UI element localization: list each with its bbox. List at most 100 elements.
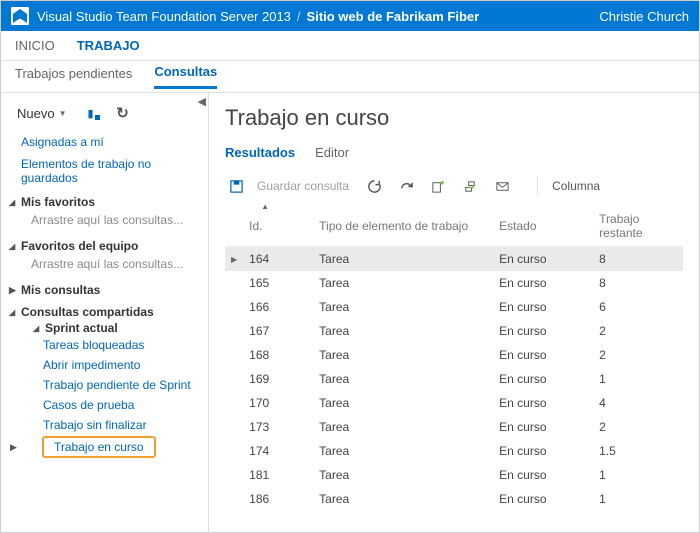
cell-remaining: 1 (593, 487, 683, 511)
query-item[interactable]: Tareas bloqueadas (7, 335, 208, 355)
save-icon[interactable] (83, 105, 99, 121)
caret-icon (9, 197, 21, 207)
site-link[interactable]: Sitio web de Fabrikam Fiber (307, 9, 480, 24)
table-row[interactable]: 181TareaEn curso1 (225, 463, 683, 487)
cell-id: 170 (243, 391, 313, 415)
table-row[interactable]: 165TareaEn curso8 (225, 271, 683, 295)
cell-type: Tarea (313, 319, 493, 343)
table-row[interactable]: 173TareaEn curso2 (225, 415, 683, 439)
hint-favoritos-equipo: Arrastre aquí las consultas... (7, 255, 208, 277)
table-row[interactable]: 168TareaEn curso2 (225, 343, 683, 367)
row-caret-icon (225, 487, 243, 511)
row-caret-icon (225, 463, 243, 487)
section-consultas-compartidas[interactable]: Consultas compartidas (7, 299, 208, 321)
caret-icon (9, 285, 21, 296)
sub-nav: Trabajos pendientes Consultas (1, 61, 699, 93)
col-state[interactable]: Estado (493, 206, 593, 247)
table-row[interactable]: 167TareaEn curso2 (225, 319, 683, 343)
cell-state: En curso (493, 367, 593, 391)
cell-id: 174 (243, 439, 313, 463)
toolbar-divider (537, 176, 538, 196)
caret-icon (9, 307, 21, 317)
col-type[interactable]: Tipo de elemento de trabajo (313, 206, 493, 247)
row-caret-icon (225, 271, 243, 295)
caret-icon (10, 442, 22, 453)
save-query-label[interactable]: Guardar consulta (257, 179, 349, 193)
cell-remaining: 4 (593, 391, 683, 415)
tab-consultas[interactable]: Consultas (154, 64, 217, 89)
product-name: Visual Studio Team Foundation Server 201… (37, 9, 291, 24)
tab-editor[interactable]: Editor (315, 145, 349, 166)
chevron-down-icon[interactable]: ▼ (59, 109, 67, 118)
cell-type: Tarea (313, 271, 493, 295)
query-item[interactable]: Abrir impedimento (7, 355, 208, 375)
col-id[interactable]: Id. (243, 206, 313, 247)
cell-state: En curso (493, 319, 593, 343)
query-trabajo-en-curso-row[interactable]: Trabajo en curso (7, 435, 208, 459)
refresh-icon[interactable] (115, 105, 131, 121)
results-tabs: Resultados Editor (225, 145, 683, 166)
row-caret-icon (225, 391, 243, 415)
query-item[interactable]: Trabajo sin finalizar (7, 415, 208, 435)
section-mis-consultas[interactable]: Mis consultas (7, 277, 208, 299)
table-row[interactable]: ▶164TareaEn curso8 (225, 247, 683, 272)
cell-state: En curso (493, 391, 593, 415)
row-caret-icon: ▶ (225, 247, 243, 272)
cell-remaining: 2 (593, 319, 683, 343)
section-mis-favoritos[interactable]: Mis favoritos (7, 189, 208, 211)
save-query-icon[interactable] (225, 175, 247, 197)
user-name[interactable]: Christie Church (599, 9, 689, 24)
cell-state: En curso (493, 439, 593, 463)
cell-id: 168 (243, 343, 313, 367)
tab-resultados[interactable]: Resultados (225, 145, 295, 166)
cell-remaining: 6 (593, 295, 683, 319)
mail-icon[interactable] (491, 175, 513, 197)
query-item[interactable]: Trabajo pendiente de Sprint (7, 375, 208, 395)
cell-remaining: 8 (593, 271, 683, 295)
cell-type: Tarea (313, 439, 493, 463)
breadcrumb-sep: / (297, 9, 301, 24)
query-item[interactable]: Casos de prueba (7, 395, 208, 415)
section-favoritos-equipo[interactable]: Favoritos del equipo (7, 233, 208, 255)
link-no-guardados[interactable]: Elementos de trabajo no guardados (7, 153, 208, 189)
table-row[interactable]: 169TareaEn curso1 (225, 367, 683, 391)
cell-state: En curso (493, 343, 593, 367)
cell-id: 173 (243, 415, 313, 439)
cell-type: Tarea (313, 391, 493, 415)
cell-state: En curso (493, 271, 593, 295)
caret-icon (9, 241, 21, 251)
results-table: Id. Tipo de elemento de trabajo Estado T… (225, 206, 683, 511)
cell-type: Tarea (313, 367, 493, 391)
toolbar: Guardar consulta Columna (225, 168, 683, 204)
collapse-sidebar-icon[interactable]: ◀ (198, 95, 206, 108)
table-row[interactable]: 170TareaEn curso4 (225, 391, 683, 415)
cell-id: 166 (243, 295, 313, 319)
new-item-icon[interactable] (427, 175, 449, 197)
refresh-icon[interactable] (363, 175, 385, 197)
cell-remaining: 2 (593, 343, 683, 367)
column-options-button[interactable]: Columna (552, 179, 600, 193)
sidebar: ◀ Nuevo ▼ Asignadas a mí Elementos de tr… (1, 93, 209, 533)
table-row[interactable]: 186TareaEn curso1 (225, 487, 683, 511)
row-caret-icon (225, 415, 243, 439)
tab-pendientes[interactable]: Trabajos pendientes (15, 66, 132, 88)
col-expand (225, 206, 243, 247)
nav-inicio[interactable]: INICIO (15, 38, 55, 53)
nav-trabajo[interactable]: TRABAJO (77, 38, 140, 53)
folder-sprint-actual[interactable]: Sprint actual (7, 321, 208, 335)
cell-state: En curso (493, 487, 593, 511)
cell-remaining: 2 (593, 415, 683, 439)
redo-icon[interactable] (395, 175, 417, 197)
link-icon[interactable] (459, 175, 481, 197)
cell-type: Tarea (313, 295, 493, 319)
cell-remaining: 1 (593, 367, 683, 391)
link-asignadas[interactable]: Asignadas a mí (7, 131, 208, 153)
row-caret-icon (225, 319, 243, 343)
new-button[interactable]: Nuevo (17, 106, 55, 121)
table-row[interactable]: 166TareaEn curso6 (225, 295, 683, 319)
col-remaining[interactable]: Trabajo restante (593, 206, 683, 247)
query-trabajo-en-curso[interactable]: Trabajo en curso (42, 436, 156, 458)
table-row[interactable]: 174TareaEn curso1.5 (225, 439, 683, 463)
cell-type: Tarea (313, 343, 493, 367)
cell-state: En curso (493, 463, 593, 487)
